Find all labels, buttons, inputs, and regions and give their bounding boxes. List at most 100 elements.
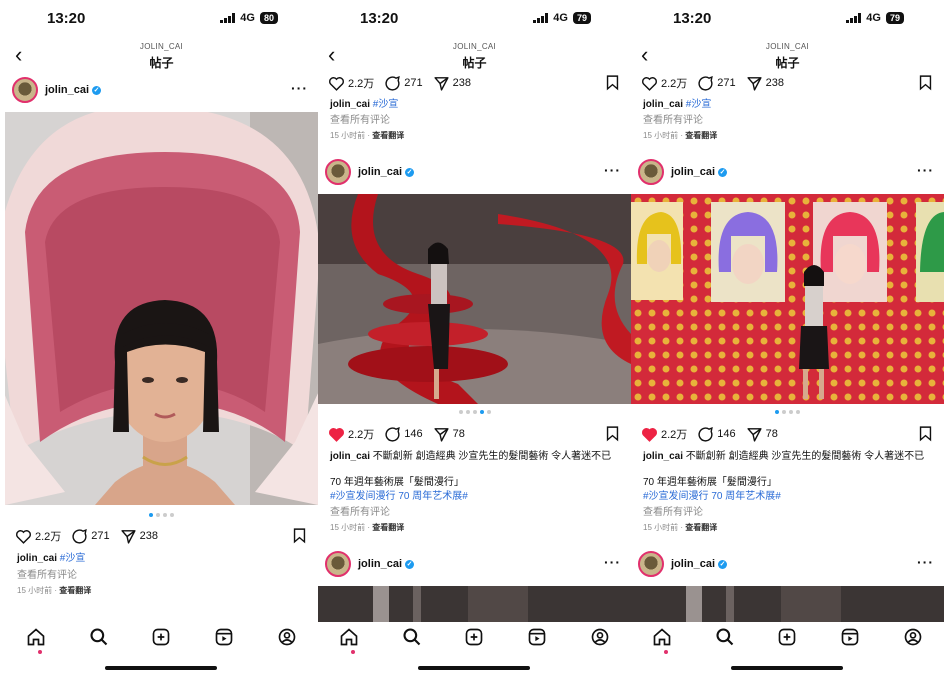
create-icon[interactable]: [151, 627, 171, 647]
home-indicator[interactable]: [418, 666, 530, 670]
post-username[interactable]: jolin_cai ✓: [671, 166, 728, 178]
post-image[interactable]: [631, 194, 944, 404]
network-type: 4G: [240, 12, 255, 24]
profile-icon[interactable]: [903, 627, 923, 647]
post-caption: jolin_cai #沙宣: [330, 99, 399, 110]
like-button[interactable]: 2.2万: [641, 75, 687, 92]
page-title: 帖子: [149, 56, 174, 70]
bookmark-icon[interactable]: [917, 425, 934, 442]
like-button[interactable]: 2.2万: [641, 426, 687, 443]
heart-icon: [16, 529, 31, 544]
post-actions: 2.2万 271 238: [641, 72, 934, 94]
like-button[interactable]: 2.2万: [328, 426, 374, 443]
post-username[interactable]: jolin_cai ✓: [671, 558, 728, 570]
status-bar: 13:20 4G 79: [318, 0, 631, 36]
post-hashtags[interactable]: #沙宣发间漫行 70 周年艺术展#: [643, 490, 934, 504]
share-button[interactable]: 238: [433, 75, 471, 92]
post-image-next[interactable]: [631, 586, 944, 626]
page-header: ‹ JOLIN_CAI 帖子: [631, 40, 944, 70]
status-signal: 4G 79: [533, 12, 591, 24]
comment-button[interactable]: 271: [697, 75, 736, 92]
battery-icon: 79: [572, 12, 591, 24]
home-icon[interactable]: [26, 627, 46, 647]
view-comments-link[interactable]: 查看所有评论: [330, 506, 621, 520]
avatar[interactable]: [12, 77, 38, 103]
home-indicator[interactable]: [731, 666, 843, 670]
post-image[interactable]: [318, 194, 631, 404]
avatar[interactable]: [325, 551, 351, 577]
like-button[interactable]: 2.2万: [15, 528, 61, 545]
verified-icon: ✓: [718, 168, 728, 177]
post-username[interactable]: jolin_cai ✓: [358, 558, 415, 570]
signal-icon: [220, 13, 236, 23]
share-button[interactable]: 238: [746, 75, 784, 92]
translate-link[interactable]: 查看翻译: [372, 523, 404, 532]
bookmark-icon[interactable]: [604, 425, 621, 442]
translate-link[interactable]: 查看翻译: [685, 131, 717, 140]
bookmark-icon[interactable]: [291, 527, 308, 544]
view-comments-link[interactable]: 查看所有评论: [643, 114, 934, 128]
avatar[interactable]: [638, 159, 664, 185]
avatar[interactable]: [638, 551, 664, 577]
status-bar: 13:20 4G 79: [631, 0, 944, 36]
profile-icon[interactable]: [277, 627, 297, 647]
share-button[interactable]: 78: [433, 426, 465, 443]
carousel-dots: [631, 410, 944, 414]
share-button[interactable]: 238: [120, 528, 158, 545]
bookmark-icon[interactable]: [917, 74, 934, 91]
home-icon[interactable]: [339, 627, 359, 647]
reels-icon[interactable]: [527, 627, 547, 647]
signal-icon: [533, 13, 549, 23]
search-icon[interactable]: [402, 627, 422, 647]
heart-filled-icon: [642, 427, 657, 442]
view-comments-link[interactable]: 查看所有评论: [330, 114, 621, 128]
post-image-next[interactable]: [318, 586, 631, 626]
comment-button[interactable]: 271: [71, 528, 110, 545]
comment-icon: [385, 426, 401, 442]
translate-link[interactable]: 查看翻译: [59, 586, 91, 595]
avatar[interactable]: [325, 159, 351, 185]
like-button[interactable]: 2.2万: [328, 75, 374, 92]
comment-button[interactable]: 271: [384, 75, 423, 92]
share-icon: [747, 76, 762, 91]
create-icon[interactable]: [464, 627, 484, 647]
share-icon: [121, 529, 136, 544]
bookmark-icon[interactable]: [604, 74, 621, 91]
post-actions: 2.2万 146 78: [641, 423, 934, 445]
comment-button[interactable]: 146: [697, 426, 736, 443]
translate-link[interactable]: 查看翻译: [685, 523, 717, 532]
create-icon[interactable]: [777, 627, 797, 647]
post-hashtags[interactable]: #沙宣发间漫行 70 周年艺术展#: [330, 490, 621, 504]
header-username: JOLIN_CAI: [139, 42, 184, 51]
share-button[interactable]: 78: [746, 426, 778, 443]
verified-icon: ✓: [405, 168, 415, 177]
profile-icon[interactable]: [590, 627, 610, 647]
comment-button[interactable]: 146: [384, 426, 423, 443]
reels-icon[interactable]: [840, 627, 860, 647]
search-icon[interactable]: [89, 627, 109, 647]
home-indicator[interactable]: [105, 666, 217, 670]
view-comments-link[interactable]: 查看所有评论: [17, 569, 308, 583]
status-time: 13:20: [47, 10, 86, 27]
post-header: jolin_cai ✓ ···: [631, 156, 944, 192]
status-signal: 4G 80: [220, 12, 278, 24]
search-icon[interactable]: [715, 627, 735, 647]
post-username[interactable]: jolin_cai ✓: [45, 84, 102, 96]
home-icon[interactable]: [652, 627, 672, 647]
more-options-button[interactable]: ···: [917, 162, 934, 178]
home-notification-dot: [38, 650, 42, 654]
more-options-button[interactable]: ···: [291, 80, 308, 96]
reels-icon[interactable]: [214, 627, 234, 647]
post-username[interactable]: jolin_cai ✓: [358, 166, 415, 178]
comment-icon: [698, 75, 714, 91]
post-header: jolin_cai ✓ ···: [318, 156, 631, 192]
status-signal: 4G 79: [846, 12, 904, 24]
more-options-button[interactable]: ···: [604, 162, 621, 178]
heart-icon: [642, 76, 657, 91]
view-comments-link[interactable]: 查看所有评论: [643, 506, 934, 520]
translate-link[interactable]: 查看翻译: [372, 131, 404, 140]
more-options-button[interactable]: ···: [604, 554, 621, 570]
more-options-button[interactable]: ···: [917, 554, 934, 570]
post-image[interactable]: [5, 112, 318, 505]
post-caption: jolin_cai #沙宣: [17, 553, 86, 564]
